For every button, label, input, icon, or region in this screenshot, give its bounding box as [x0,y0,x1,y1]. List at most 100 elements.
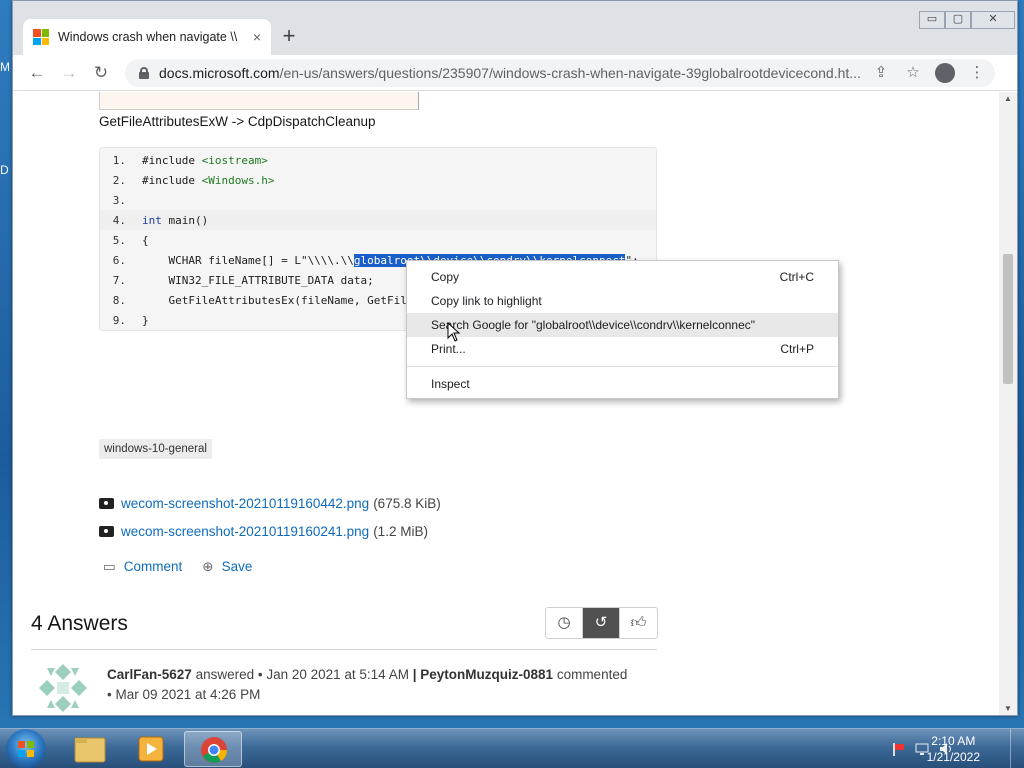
answer-author[interactable]: CarlFan-5627 [107,667,192,682]
comment-label: Comment [123,559,183,574]
divider [31,649,657,650]
history-icon[interactable]: ↺ [583,608,620,638]
code-text: GetFileAttributesEx(fileName, GetFile [134,293,414,307]
menu-kebab-icon[interactable]: ⋮ [967,63,987,87]
start-button[interactable] [6,729,46,768]
menu-item-print[interactable]: Print... Ctrl+P [407,337,838,361]
code-token: <iostream> [201,153,268,167]
code-line: 3. [100,190,656,210]
mouse-cursor-icon [447,322,461,342]
lock-icon[interactable] [139,67,149,79]
clock-time: 2:10 AM [931,734,976,748]
answer-meta: CarlFan-5627 answered • Jan 20 2021 at 5… [107,667,628,702]
answers-label: Answers [47,612,128,635]
bookmark-star-icon[interactable]: ☆ [903,63,923,87]
maximize-button[interactable]: ▢ [945,11,971,29]
menu-item-label: Print... [431,342,466,356]
url-text[interactable]: docs.microsoft.com/en-us/answers/questio… [159,65,863,81]
code-line: 5. { [100,230,656,250]
save-label: Save [221,559,253,574]
taskbar-explorer[interactable] [60,731,118,767]
line-number: 4. [112,213,126,227]
commenter-name[interactable]: PeytonMuzquiz-0881 [420,667,553,682]
tag-chip[interactable]: windows-10-general [99,439,212,459]
attachment-link[interactable]: wecom-screenshot-20210119160241.png [121,524,369,539]
answers-count: 4 [31,612,43,635]
line-number: 7. [112,273,126,287]
tab-close-icon[interactable]: × [253,29,261,45]
code-token: WIN32_FILE_ATTRIBUTE_DATA data; [142,273,374,287]
menu-item-shortcut: Ctrl+P [780,342,814,356]
attachment-link[interactable]: wecom-screenshot-20210119160442.png [121,496,369,511]
address-bar[interactable]: docs.microsoft.com/en-us/answers/questio… [125,59,995,87]
microsoft-logo-icon [33,29,49,45]
new-tab-button[interactable]: + [277,25,301,47]
desktop-icon-label: M [0,60,10,74]
menu-item-search-google[interactable]: Search Google for "globalroot\\device\\c… [407,313,838,337]
comment-verb: commented [556,667,628,682]
line-number: 2. [112,173,126,187]
taskbar-chrome[interactable] [184,731,242,767]
page-content: GetFileAttributesExW -> CdpDispatchClean… [13,92,999,715]
menu-item-label: Copy [431,270,460,284]
page-scrollbar[interactable]: ▲ ▼ [999,92,1017,715]
question-actions: ▭ Comment ⊕ Save [103,559,252,575]
save-button[interactable]: ⊕ Save [202,559,252,575]
code-text: int main() [134,214,208,227]
scroll-down-arrow[interactable]: ▼ [999,704,1017,713]
attachment-size: (1.2 MiB) [373,524,428,539]
minimize-button[interactable]: ▭ [919,11,945,29]
code-line: 2. #include <Windows.h> [100,170,656,190]
menu-item-label: Search Google for "globalroot\\device\\c… [431,318,756,332]
thumbs-up-icon[interactable]: 👍︎ [620,608,657,638]
code-text: #include <iostream> [134,154,268,167]
taskbar-media-player[interactable] [122,731,180,767]
menu-item-inspect[interactable]: Inspect [407,372,838,396]
code-token: <Windows.h> [201,173,275,187]
forward-button[interactable]: → [57,61,81,85]
code-token: WCHAR fileName[] = L"\\\\.\\ [142,253,354,267]
attachment-item: wecom-screenshot-20210119160241.png (1.2… [99,524,428,539]
close-window-button[interactable]: ✕ [971,11,1015,29]
code-line: 4. int main() [100,210,656,230]
line-number: 5. [112,233,126,247]
desktop-icon-label: D [0,163,9,177]
function-chain-text: GetFileAttributesExW -> CdpDispatchClean… [99,114,376,129]
plus-circle-icon: ⊕ [202,559,214,574]
share-icon[interactable]: ⇪ [871,63,891,87]
chrome-icon [201,737,228,763]
line-number: 8. [112,293,126,307]
back-button[interactable]: ← [25,61,49,85]
show-desktop-button[interactable] [1010,729,1024,768]
clock[interactable]: 2:10 AM 1/21/2022 [927,733,980,765]
code-text: { [134,234,149,247]
profile-avatar-icon[interactable] [935,63,955,87]
avatar[interactable] [37,662,89,714]
line-number: 9. [112,313,126,327]
window-controls: ▭ ▢ ✕ [919,11,1015,29]
scroll-thumb[interactable] [1003,254,1013,384]
code-line: 1. #include <iostream> [100,150,656,170]
menu-item-copy-link-to-highlight[interactable]: Copy link to highlight [407,289,838,313]
action-center-flag-icon[interactable] [890,741,906,757]
tab-active[interactable]: Windows crash when navigate \\ × [23,19,271,55]
comment-icon: ▭ [103,559,116,574]
clock-date: 1/21/2022 [926,750,980,764]
menu-item-label: Copy link to highlight [431,294,542,308]
code-token: GetFileAttributesEx(fileName, GetFile [142,293,414,307]
code-text: WIN32_FILE_ATTRIBUTE_DATA data; [134,273,374,287]
clock-icon[interactable]: ◷ [546,608,583,638]
browser-toolbar: ← → ↻ docs.microsoft.com/en-us/answers/q… [13,55,1017,91]
reload-button[interactable]: ↻ [89,61,113,85]
menu-item-label: Inspect [431,377,470,391]
code-text: } [134,314,149,327]
menu-separator [407,366,838,367]
scroll-up-arrow[interactable]: ▲ [999,94,1017,103]
code-token: #include [142,153,202,167]
comment-date: Mar 09 2021 at 4:26 PM [115,687,261,702]
meta-separator: | [412,667,417,682]
menu-item-copy[interactable]: Copy Ctrl+C [407,265,838,289]
code-token: main() [161,213,209,227]
screenshot-image-inner [418,92,656,110]
comment-button[interactable]: ▭ Comment [103,559,182,575]
